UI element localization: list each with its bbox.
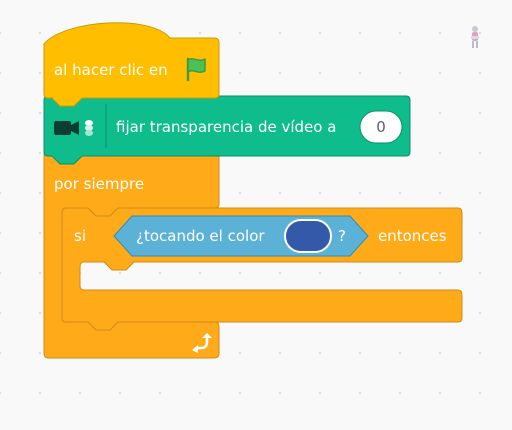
sprite-thumbnail-icon bbox=[471, 26, 479, 48]
transparency-value-input[interactable]: 0 bbox=[360, 117, 402, 137]
touching-color-question: ? bbox=[338, 227, 346, 245]
scripts-workspace[interactable]: al hacer clic en fijar transparencia de … bbox=[0, 0, 512, 430]
hat-label: al hacer clic en bbox=[54, 61, 168, 79]
video-transparency-label: fijar transparencia de vídeo a bbox=[116, 118, 337, 136]
touching-color-label: ¿tocando el color bbox=[136, 227, 265, 245]
forever-label: por siempre bbox=[54, 175, 145, 193]
color-swatch[interactable] bbox=[284, 219, 332, 253]
if-label: si bbox=[74, 227, 86, 245]
then-label: entonces bbox=[378, 227, 447, 245]
